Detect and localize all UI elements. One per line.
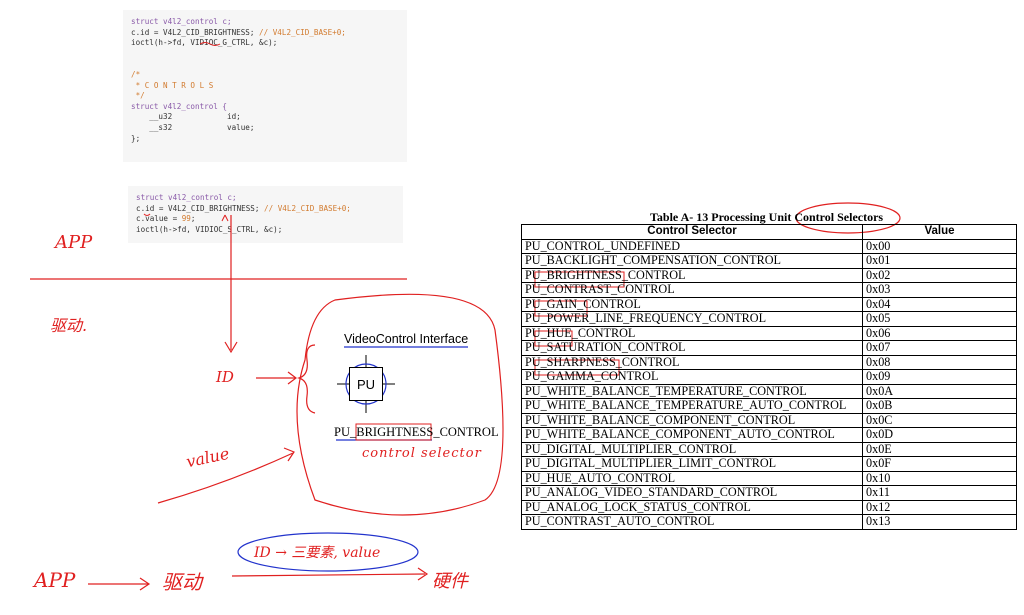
table-row: PU_ANALOG_LOCK_STATUS_CONTROL 0x12 bbox=[521, 499, 1017, 515]
selector-cell: PU_CONTRAST_CONTROL bbox=[521, 282, 863, 298]
table-row: PU_BACKLIGHT_COMPENSATION_CONTROL 0x01 bbox=[521, 253, 1017, 269]
table-row: PU_GAIN_CONTROL 0x04 bbox=[521, 296, 1017, 312]
selector-cell: PU_WHITE_BALANCE_COMPONENT_CONTROL bbox=[521, 412, 863, 428]
selector-cell: PU_GAIN_CONTROL bbox=[521, 296, 863, 312]
selector-cell: PU_WHITE_BALANCE_TEMPERATURE_AUTO_CONTRO… bbox=[521, 398, 863, 414]
value-cell: 0x06 bbox=[862, 325, 1017, 341]
table-row: PU_ANALOG_VIDEO_STANDARD_CONTROL 0x11 bbox=[521, 485, 1017, 501]
table-row: PU_DIGITAL_MULTIPLIER_CONTROL 0x0E bbox=[521, 441, 1017, 457]
value-cell: 0x0A bbox=[862, 383, 1017, 399]
value-cell: 0x07 bbox=[862, 340, 1017, 356]
table-row: PU_CONTRAST_AUTO_CONTROL 0x13 bbox=[521, 514, 1017, 530]
selector-cell: PU_SATURATION_CONTROL bbox=[521, 340, 863, 356]
header-value: Value bbox=[862, 224, 1017, 240]
selector-cell: PU_BRIGHTNESS_CONTROL bbox=[521, 267, 863, 283]
handwriting-app-bottom: APP bbox=[34, 568, 76, 592]
table-row: PU_DIGITAL_MULTIPLIER_LIMIT_CONTROL 0x0F bbox=[521, 456, 1017, 472]
value-cell: 0x0C bbox=[862, 412, 1017, 428]
table-row: PU_GAMMA_CONTROL 0x09 bbox=[521, 369, 1017, 385]
value-cell: 0x0E bbox=[862, 441, 1017, 457]
table-row: PU_WHITE_BALANCE_TEMPERATURE_AUTO_CONTRO… bbox=[521, 398, 1017, 414]
selector-cell: PU_DIGITAL_MULTIPLIER_LIMIT_CONTROL bbox=[521, 456, 863, 472]
table-row: PU_CONTROL_UNDEFINED 0x00 bbox=[521, 238, 1017, 254]
handwriting-app-top: APP bbox=[55, 232, 93, 253]
videocontrol-interface-title: VideoControl Interface bbox=[344, 332, 469, 346]
table-row: PU_HUE_CONTROL 0x06 bbox=[521, 325, 1017, 341]
brightness-selector-label: PU_BRIGHTNESS_CONTROL bbox=[334, 425, 499, 439]
handwriting-id: ID bbox=[216, 368, 234, 386]
value-cell: 0x08 bbox=[862, 354, 1017, 370]
value-cell: 0x11 bbox=[862, 485, 1017, 501]
value-cell: 0x05 bbox=[862, 311, 1017, 327]
table-row: PU_BRIGHTNESS_CONTROL 0x02 bbox=[521, 267, 1017, 283]
handwriting-driver-bottom: 驱动 bbox=[162, 570, 202, 594]
selector-cell: PU_ANALOG_VIDEO_STANDARD_CONTROL bbox=[521, 485, 863, 501]
selector-cell: PU_DIGITAL_MULTIPLIER_CONTROL bbox=[521, 441, 863, 457]
value-cell: 0x0B bbox=[862, 398, 1017, 414]
selector-cell: PU_HUE_CONTROL bbox=[521, 325, 863, 341]
header-control-selector: Control Selector bbox=[521, 224, 863, 240]
selector-cell: PU_SHARPNESS_CONTROL bbox=[521, 354, 863, 370]
table-row: PU_WHITE_BALANCE_COMPONENT_AUTO_CONTROL 0… bbox=[521, 427, 1017, 443]
handwriting-control-selector: control selector bbox=[362, 446, 482, 461]
selector-cell: PU_WHITE_BALANCE_TEMPERATURE_CONTROL bbox=[521, 383, 863, 399]
value-cell: 0x02 bbox=[862, 267, 1017, 283]
value-cell: 0x0F bbox=[862, 456, 1017, 472]
table-row: PU_POWER_LINE_FREQUENCY_CONTROL 0x05 bbox=[521, 311, 1017, 327]
handwriting-hardware: 硬件 bbox=[432, 571, 468, 592]
value-cell: 0x10 bbox=[862, 470, 1017, 486]
value-cell: 0x00 bbox=[862, 238, 1017, 254]
selector-cell: PU_HUE_AUTO_CONTROL bbox=[521, 470, 863, 486]
table-row: PU_SATURATION_CONTROL 0x07 bbox=[521, 340, 1017, 356]
value-cell: 0x13 bbox=[862, 514, 1017, 530]
value-cell: 0x12 bbox=[862, 499, 1017, 515]
table-row: PU_SHARPNESS_CONTROL 0x08 bbox=[521, 354, 1017, 370]
table-row: PU_HUE_AUTO_CONTROL 0x10 bbox=[521, 470, 1017, 486]
selector-cell: PU_POWER_LINE_FREQUENCY_CONTROL bbox=[521, 311, 863, 327]
table-caption: Table A- 13 Processing Unit Control Sele… bbox=[650, 210, 884, 224]
value-cell: 0x04 bbox=[862, 296, 1017, 312]
table-row: PU_WHITE_BALANCE_TEMPERATURE_CONTROL 0x0A bbox=[521, 383, 1017, 399]
handwriting-bubble: ID → 三要素, value bbox=[254, 545, 381, 561]
value-cell: 0x0D bbox=[862, 427, 1017, 443]
value-cell: 0x09 bbox=[862, 369, 1017, 385]
selector-cell: PU_CONTROL_UNDEFINED bbox=[521, 238, 863, 254]
value-cell: 0x01 bbox=[862, 253, 1017, 269]
processing-unit-label: PU bbox=[356, 376, 376, 392]
selector-cell: PU_ANALOG_LOCK_STATUS_CONTROL bbox=[521, 499, 863, 515]
driver-enclosure bbox=[296, 293, 504, 516]
table-row: PU_CONTRAST_CONTROL 0x03 bbox=[521, 282, 1017, 298]
brace-mark bbox=[296, 344, 316, 414]
selector-cell: PU_GAMMA_CONTROL bbox=[521, 369, 863, 385]
handwriting-driver: 驱动. bbox=[50, 316, 88, 335]
processing-unit-box: PU bbox=[349, 367, 383, 401]
control-selector-table: Control Selector Value PU_CONTROL_UNDEFI… bbox=[521, 224, 1017, 530]
selector-cell: PU_BACKLIGHT_COMPENSATION_CONTROL bbox=[521, 253, 863, 269]
selector-cell: PU_WHITE_BALANCE_COMPONENT_AUTO_CONTROL bbox=[521, 427, 863, 443]
value-cell: 0x03 bbox=[862, 282, 1017, 298]
table-row: PU_WHITE_BALANCE_COMPONENT_CONTROL 0x0C bbox=[521, 412, 1017, 428]
selector-cell: PU_CONTRAST_AUTO_CONTROL bbox=[521, 514, 863, 530]
